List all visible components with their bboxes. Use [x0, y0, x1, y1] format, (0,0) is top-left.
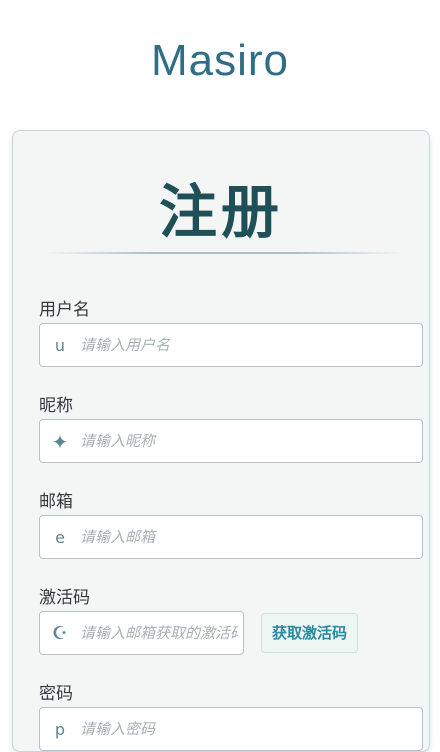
activation-label: 激活码 — [39, 588, 90, 608]
password-label: 密码 — [39, 684, 73, 704]
email-input[interactable] — [80, 516, 410, 558]
star-icon: ✦ — [51, 430, 69, 454]
app-title: Masiro — [150, 36, 290, 85]
form-title: 注册 — [158, 178, 283, 246]
nickname-input[interactable] — [80, 420, 410, 462]
title-divider — [43, 252, 403, 254]
activation-input[interactable] — [80, 612, 238, 654]
register-card: 注册 用户名 u 昵称 ✦ 邮箱 e 激活码 ☪ 获取激活码 密码 p — [12, 130, 430, 752]
user-icon: u — [54, 336, 66, 355]
email-field[interactable]: e — [39, 515, 423, 559]
nickname-label: 昵称 — [39, 396, 73, 416]
username-input[interactable] — [80, 324, 410, 366]
moon-icon: ☪ — [51, 623, 69, 644]
username-field[interactable]: u — [39, 323, 423, 367]
nickname-field[interactable]: ✦ — [39, 419, 423, 463]
email-icon: e — [55, 528, 65, 547]
password-field[interactable]: p — [39, 707, 423, 751]
username-label: 用户名 — [39, 300, 90, 320]
activation-field[interactable]: ☪ — [39, 611, 244, 655]
get-activation-code-button[interactable]: 获取激活码 — [261, 613, 359, 653]
password-icon: p — [54, 720, 66, 739]
password-input[interactable] — [80, 708, 410, 750]
email-label: 邮箱 — [39, 492, 73, 512]
